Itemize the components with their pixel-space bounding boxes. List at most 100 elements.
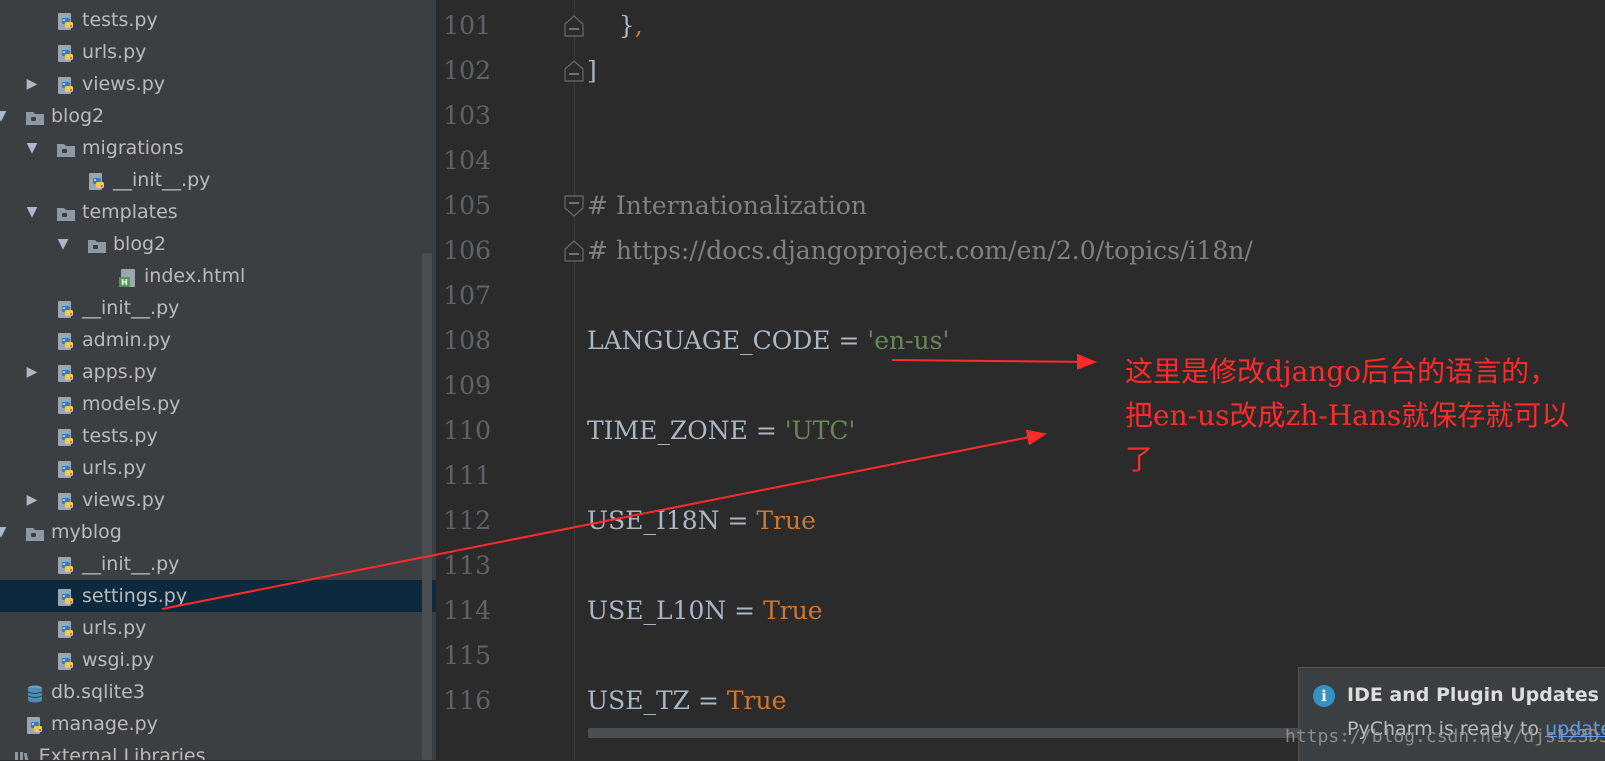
tree-item-label: urls.py bbox=[82, 617, 147, 639]
annotation-line: 了 bbox=[1125, 443, 1154, 476]
code-text: USE_I18N = True bbox=[587, 498, 816, 543]
tree-item[interactable]: Hindex.html bbox=[0, 260, 436, 292]
chevron-right-icon[interactable]: ▶ bbox=[24, 356, 40, 388]
tree-item[interactable]: ▶ apps.py bbox=[0, 356, 436, 388]
tree-item[interactable]: ▶ views.py bbox=[0, 68, 436, 100]
tree-item[interactable]: ▶ views.py bbox=[0, 484, 436, 516]
python-file-icon bbox=[56, 330, 76, 350]
line-number: 111 bbox=[443, 461, 491, 490]
tree-item[interactable]: External Libraries bbox=[0, 740, 436, 760]
tree-item[interactable]: settings.py bbox=[0, 580, 436, 612]
python-file-icon bbox=[56, 618, 76, 638]
tree-item-label: myblog bbox=[51, 521, 122, 543]
tree-item[interactable]: db.sqlite3 bbox=[0, 676, 436, 708]
tree-item[interactable]: models.py bbox=[0, 388, 436, 420]
line-number: 102 bbox=[443, 56, 491, 85]
chevron-down-icon[interactable]: ▼ bbox=[0, 516, 9, 548]
chevron-down-icon[interactable]: ▼ bbox=[0, 100, 9, 132]
chevron-right-icon[interactable]: ▶ bbox=[24, 68, 40, 100]
code-token: USE_L10N = bbox=[587, 596, 764, 625]
code-line: 112 USE_I18N = True bbox=[436, 498, 1605, 543]
tree-item[interactable]: ▼ blog2 bbox=[0, 228, 436, 260]
code-line: 105 # Internationalization bbox=[436, 183, 1605, 228]
tree-item-label: migrations bbox=[82, 137, 184, 159]
tree-item-label: admin.py bbox=[82, 329, 171, 351]
tree-item[interactable]: urls.py bbox=[0, 452, 436, 484]
tree-item[interactable]: ▼ migrations bbox=[0, 132, 436, 164]
code-text: ] bbox=[587, 48, 597, 93]
code-text: TIME_ZONE = 'UTC' bbox=[587, 408, 855, 453]
tree-item-label: __init__.py bbox=[113, 169, 211, 191]
info-icon: i bbox=[1313, 685, 1335, 707]
tree-item-label: wsgi.py bbox=[82, 649, 155, 671]
code-token: 'UTC' bbox=[784, 416, 856, 445]
tree-item[interactable]: manage.py bbox=[0, 708, 436, 740]
tree-item[interactable]: urls.py bbox=[0, 36, 436, 68]
code-line: 104 bbox=[436, 138, 1605, 183]
line-number: 112 bbox=[443, 506, 491, 535]
tree-item-label: __init__.py bbox=[82, 553, 180, 575]
fold-end-icon[interactable] bbox=[563, 14, 585, 38]
project-tree-panel: tests.py urls.py ▶ views.py ▼ blog2 ▼ migration… bbox=[0, 0, 436, 760]
code-text: LANGUAGE_CODE = 'en-us' bbox=[587, 318, 949, 363]
tree-item-label: blog2 bbox=[113, 233, 167, 255]
tree-item-label: urls.py bbox=[82, 457, 147, 479]
python-file-icon bbox=[56, 362, 76, 382]
line-number: 110 bbox=[443, 416, 491, 445]
line-number: 115 bbox=[443, 641, 491, 670]
tree-item-label: tests.py bbox=[82, 425, 158, 447]
python-file-icon bbox=[87, 170, 107, 190]
folder-icon bbox=[25, 522, 45, 542]
tree-item[interactable]: ▼ myblog bbox=[0, 516, 436, 548]
code-line: 102] bbox=[436, 48, 1605, 93]
code-token: } bbox=[587, 11, 635, 40]
code-token: ] bbox=[587, 56, 597, 85]
folder-icon bbox=[56, 202, 76, 222]
tree-item[interactable]: tests.py bbox=[0, 4, 436, 36]
tree-item-label: urls.py bbox=[82, 41, 147, 63]
tree-item[interactable]: tests.py bbox=[0, 420, 436, 452]
line-number: 103 bbox=[443, 101, 491, 130]
code-token: # Internationalization bbox=[587, 191, 868, 220]
folder-icon bbox=[87, 234, 107, 254]
chevron-right-icon[interactable]: ▶ bbox=[24, 484, 40, 516]
tree-item-label: views.py bbox=[82, 489, 165, 511]
library-icon bbox=[13, 746, 33, 760]
folder-icon bbox=[25, 106, 45, 126]
code-token: 'en-us' bbox=[867, 326, 950, 355]
fold-end-icon[interactable] bbox=[563, 239, 585, 263]
tree-scrollbar[interactable] bbox=[422, 253, 432, 760]
line-number: 104 bbox=[443, 146, 491, 175]
code-token: USE_I18N = bbox=[587, 506, 757, 535]
tree-item[interactable]: ▼ templates bbox=[0, 196, 436, 228]
tree-item-label: blog2 bbox=[51, 105, 105, 127]
tree-item[interactable]: __init__.py bbox=[0, 292, 436, 324]
tree-item[interactable]: admin.py bbox=[0, 324, 436, 356]
code-line: 114 USE_L10N = True bbox=[436, 588, 1605, 633]
python-file-icon bbox=[56, 42, 76, 62]
fold-start-icon[interactable] bbox=[563, 194, 585, 218]
chevron-down-icon[interactable]: ▼ bbox=[24, 196, 40, 228]
watermark: https://blog.csdn.net/djs123DJS bbox=[1285, 726, 1605, 747]
code-token: # https://docs.djangoproject.com/en/2.0/… bbox=[587, 236, 1253, 265]
horizontal-scrollbar[interactable] bbox=[588, 728, 1308, 738]
code-text: USE_TZ = True bbox=[587, 678, 786, 723]
tree-item[interactable]: wsgi.py bbox=[0, 644, 436, 676]
chevron-down-icon[interactable]: ▼ bbox=[55, 228, 71, 260]
chevron-down-icon[interactable]: ▼ bbox=[24, 132, 40, 164]
code-token: True bbox=[726, 686, 787, 715]
folder-icon bbox=[56, 138, 76, 158]
tree-item[interactable]: __init__.py bbox=[0, 548, 436, 580]
fold-end-icon[interactable] bbox=[563, 59, 585, 83]
line-number: 113 bbox=[443, 551, 491, 580]
code-line: 107 bbox=[436, 273, 1605, 318]
tree-item[interactable]: ▼ blog2 bbox=[0, 100, 436, 132]
tree-item-label: apps.py bbox=[82, 361, 158, 383]
tree-item-label: views.py bbox=[82, 73, 165, 95]
tree-item[interactable]: urls.py bbox=[0, 612, 436, 644]
python-file-icon bbox=[56, 458, 76, 478]
tree-item-label: settings.py bbox=[82, 585, 188, 607]
code-token: USE_TZ = bbox=[587, 686, 727, 715]
tree-item[interactable]: __init__.py bbox=[0, 164, 436, 196]
svg-text:H: H bbox=[121, 278, 128, 287]
